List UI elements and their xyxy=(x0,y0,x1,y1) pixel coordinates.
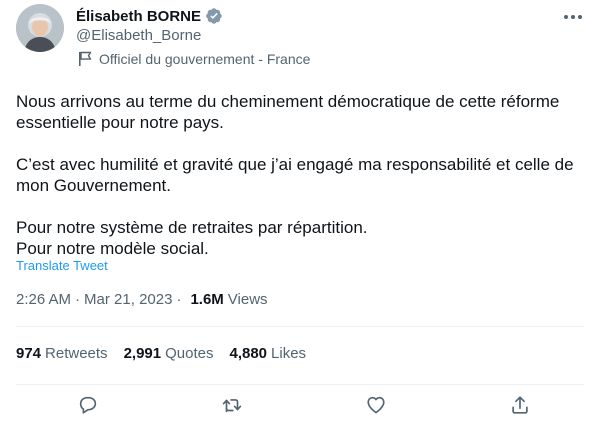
tweet-text: Nous arrivons au terme du cheminement dé… xyxy=(16,91,586,259)
avatar[interactable] xyxy=(16,4,64,52)
quotes-count: 2,991 xyxy=(123,345,162,362)
tweet-line: Pour notre modèle social. xyxy=(16,239,209,258)
divider xyxy=(16,326,584,327)
retweets-label: Retweets xyxy=(45,345,108,362)
author-display-name[interactable]: Élisabeth BORNE xyxy=(76,8,201,25)
translate-tweet-link[interactable]: Translate Tweet xyxy=(16,258,108,273)
retweet-button[interactable] xyxy=(220,393,244,417)
separator-dot: · xyxy=(75,291,81,308)
retweets-count: 974 xyxy=(16,345,42,362)
share-icon xyxy=(512,396,528,414)
tweet-metadata: 2:26 AM · Mar 21, 2023 · 1.6M Views xyxy=(16,291,268,308)
affiliation-text: Officiel du gouvernement - France xyxy=(99,51,311,67)
tweet-closing: Pour notre système de retraites par répa… xyxy=(16,217,586,259)
views-count: 1.6M xyxy=(190,291,224,308)
tweet-line: Pour notre système de retraites par répa… xyxy=(16,218,368,237)
government-flag-icon xyxy=(78,51,92,67)
engagement-stats: 974 Retweets 2,991 Quotes 4,880 Likes xyxy=(16,345,322,362)
quotes-stat[interactable]: 2,991 Quotes xyxy=(124,345,214,362)
reply-icon xyxy=(79,396,97,414)
verified-badge-icon xyxy=(205,7,223,25)
separator-dot: · xyxy=(176,291,182,308)
divider xyxy=(16,384,584,385)
likes-stat[interactable]: 4,880 Likes xyxy=(229,345,306,362)
share-button[interactable] xyxy=(508,393,532,417)
affiliation-label: Officiel du gouvernement - France xyxy=(78,51,310,67)
heart-icon xyxy=(367,396,385,414)
tweet-date[interactable]: Mar 21, 2023 xyxy=(84,291,172,308)
retweet-icon xyxy=(222,399,242,413)
reply-button[interactable] xyxy=(76,393,100,417)
tweet-actions xyxy=(0,393,600,417)
author-handle[interactable]: @Elisabeth_Borne xyxy=(76,27,201,44)
more-horizontal-icon xyxy=(564,15,582,19)
quotes-label: Quotes xyxy=(165,345,214,362)
likes-count: 4,880 xyxy=(229,345,268,362)
avatar-image xyxy=(16,4,64,52)
retweets-stat[interactable]: 974 Retweets xyxy=(16,345,108,362)
more-options-button[interactable] xyxy=(562,8,584,26)
likes-label: Likes xyxy=(271,345,307,362)
like-button[interactable] xyxy=(364,393,388,417)
views-label: Views xyxy=(227,291,268,308)
tweet-paragraph: C’est avec humilité et gravité que j’ai … xyxy=(16,155,574,195)
author-name-row: Élisabeth BORNE xyxy=(76,6,223,26)
tweet-time[interactable]: 2:26 AM xyxy=(16,291,71,308)
tweet: Élisabeth BORNE @Elisabeth_Borne Officie… xyxy=(0,0,600,421)
tweet-paragraph: Nous arrivons au terme du cheminement dé… xyxy=(16,92,560,132)
